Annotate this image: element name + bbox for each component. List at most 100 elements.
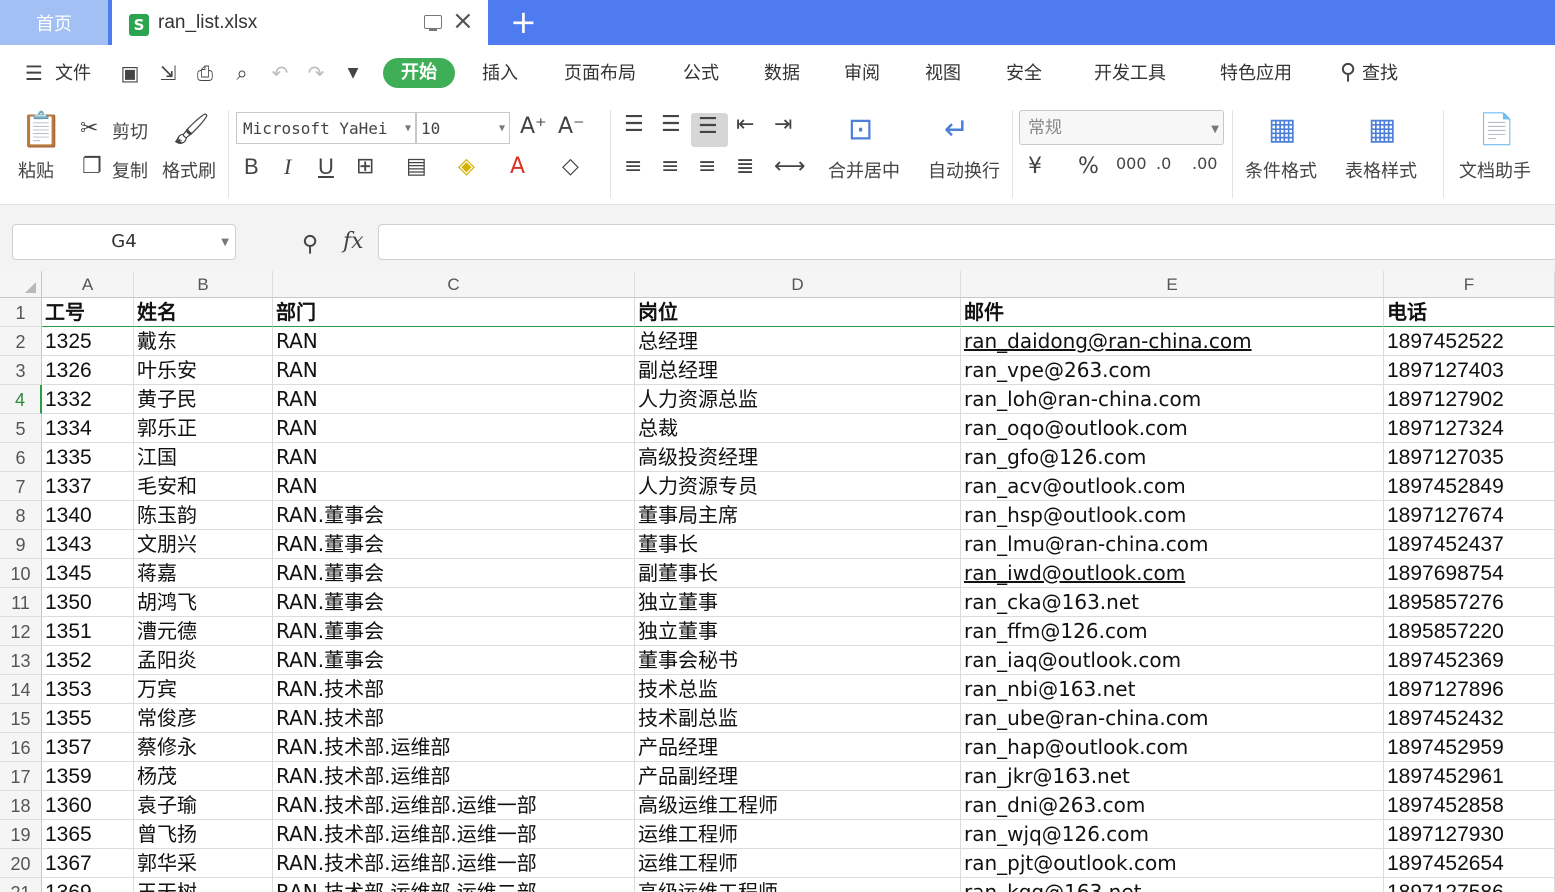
menu-file[interactable]: 文件 [55,45,91,102]
justify-icon[interactable]: ≣ [736,154,754,179]
row-number[interactable]: 21 [0,878,42,892]
fill-color-icon[interactable]: ◈ [458,154,475,179]
column-header-a[interactable]: A [42,271,134,298]
cell-phone[interactable]: 1897127035 [1384,443,1555,472]
row-number[interactable]: 20 [0,849,42,878]
cell-name[interactable]: 江国 [134,443,273,472]
select-all-corner[interactable] [0,271,42,298]
cell-department[interactable]: RAN.董事会 [273,588,635,617]
decrease-decimal-icon[interactable]: .00 [1192,154,1217,173]
close-icon[interactable]: × [452,6,474,36]
cell-position[interactable]: 总经理 [635,327,961,356]
format-painter-icon[interactable]: 🖌 [172,112,210,147]
doc-assistant-icon[interactable]: 📄 [1478,112,1515,147]
underline-button[interactable]: U [318,154,334,180]
cell-name[interactable]: 孟阳炎 [134,646,273,675]
cell-name[interactable]: 蔡修永 [134,733,273,762]
row-number[interactable]: 8 [0,501,42,530]
merge-center-icon[interactable]: ⊡ [848,112,873,147]
cell-phone[interactable]: 1897452654 [1384,849,1555,878]
cell-name[interactable]: 蒋嘉 [134,559,273,588]
row-number[interactable]: 7 [0,472,42,501]
cell-name[interactable]: 叶乐安 [134,356,273,385]
cell-department[interactable]: RAN.董事会 [273,559,635,588]
cell-phone[interactable]: 1897452432 [1384,704,1555,733]
bold-button[interactable]: B [244,154,259,180]
cell-id[interactable]: 1325 [42,327,134,356]
cell-email[interactable]: ran_cka@163.net [961,588,1384,617]
cell-name[interactable]: 文朋兴 [134,530,273,559]
cell-phone[interactable]: 1897127902 [1384,385,1555,414]
cell-position[interactable]: 高级投资经理 [635,443,961,472]
paste-button[interactable]: 粘贴 [18,157,54,183]
row-number[interactable]: 12 [0,617,42,646]
cell-phone[interactable]: 1897452961 [1384,762,1555,791]
cell-position[interactable]: 人力资源专员 [635,472,961,501]
cell-department[interactable]: RAN.董事会 [273,646,635,675]
cell-position[interactable]: 产品经理 [635,733,961,762]
wrap-text-icon[interactable]: ↵ [944,112,969,147]
cell-name[interactable]: 漕元德 [134,617,273,646]
column-header-f[interactable]: F [1384,271,1555,298]
cell-department[interactable]: RAN [273,472,635,501]
doc-assistant-button[interactable]: 文档助手 [1459,157,1531,183]
row-number[interactable]: 3 [0,356,42,385]
undo-icon[interactable]: ↶ [268,61,292,85]
cell-department[interactable]: RAN [273,356,635,385]
increase-indent-icon[interactable]: ⇥ [774,112,792,137]
cell-name[interactable]: 袁子瑜 [134,791,273,820]
cell-phone[interactable]: 1897452437 [1384,530,1555,559]
cell-position[interactable]: 独立董事 [635,617,961,646]
increase-decimal-icon[interactable]: .0 [1156,154,1171,173]
cell-phone[interactable]: 1897452858 [1384,791,1555,820]
cell-id[interactable]: 1360 [42,791,134,820]
row-number[interactable]: 14 [0,675,42,704]
distribute-icon[interactable]: ⟷ [774,154,806,179]
cell-position[interactable]: 董事长 [635,530,961,559]
row-number[interactable]: 18 [0,791,42,820]
cell-department[interactable]: RAN.技术部.运维部.运维一部 [273,820,635,849]
cell-department[interactable]: RAN [273,385,635,414]
row-number[interactable]: 19 [0,820,42,849]
format-painter-button[interactable]: 格式刷 [162,157,216,183]
row-number[interactable]: 6 [0,443,42,472]
cell-phone[interactable]: 1895857220 [1384,617,1555,646]
row-number[interactable]: 10 [0,559,42,588]
cell-position[interactable]: 人力资源总监 [635,385,961,414]
column-header-b[interactable]: B [134,271,273,298]
cell-name[interactable]: 胡鸿飞 [134,588,273,617]
cell-department[interactable]: RAN.技术部 [273,675,635,704]
cell-email[interactable]: ran_loh@ran-china.com [961,385,1384,414]
tab-file[interactable]: S ran_list.xlsx × [112,0,488,45]
zoom-icon[interactable]: ⚲ [302,232,318,257]
cell-name[interactable]: 毛安和 [134,472,273,501]
cell-phone[interactable]: 1897127674 [1384,501,1555,530]
menu-insert[interactable]: 插入 [482,45,518,102]
cell-position[interactable]: 高级运维工程师 [635,878,961,892]
cell-department[interactable]: RAN [273,443,635,472]
copy-button[interactable]: 复制 [112,157,148,183]
tab-home[interactable]: 首页 [0,0,108,45]
border-icon[interactable]: ⊞ [356,154,374,179]
cell-name[interactable]: 陈玉韵 [134,501,273,530]
cell-position[interactable]: 总裁 [635,414,961,443]
cell-id[interactable]: 1350 [42,588,134,617]
cell-phone[interactable]: 1897452522 [1384,327,1555,356]
row-number[interactable]: 9 [0,530,42,559]
cell-email[interactable]: ran_dni@263.com [961,791,1384,820]
font-color-icon[interactable]: A [510,154,525,179]
cell-position[interactable]: 独立董事 [635,588,961,617]
cell-name[interactable]: 万宾 [134,675,273,704]
italic-button[interactable]: I [284,154,291,180]
align-middle-icon[interactable]: ☰ [661,112,681,137]
eraser-icon[interactable]: ◇ [562,154,579,179]
align-bottom-icon[interactable]: ☰ [698,114,718,139]
cell-department[interactable]: RAN [273,414,635,443]
align-top-icon[interactable]: ☰ [624,112,644,137]
cell-id[interactable]: 1345 [42,559,134,588]
fill-format-icon[interactable]: ▤ [406,154,427,179]
currency-icon[interactable]: ¥ [1028,154,1042,179]
print-icon[interactable]: ⎙ [193,61,217,85]
header-cell-id[interactable]: 工号 [42,298,134,327]
cell-id[interactable]: 1353 [42,675,134,704]
